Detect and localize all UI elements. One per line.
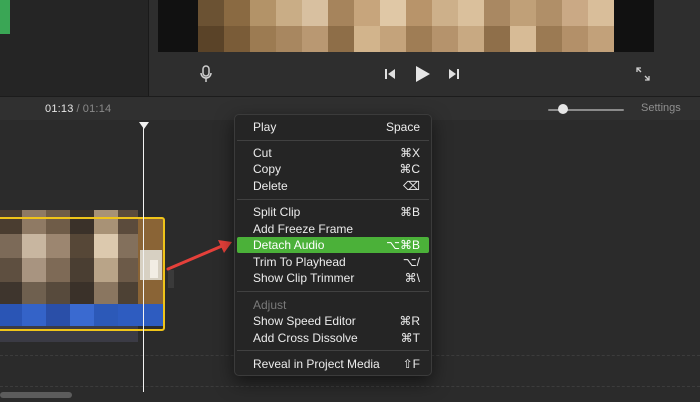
menu-item-add-freeze-frame[interactable]: Add Freeze Frame [237, 221, 429, 237]
menu-item-label: Show Clip Trimmer [253, 271, 355, 285]
menu-item-label: Cut [253, 146, 272, 160]
menu-separator [237, 291, 429, 292]
menu-item-label: Copy [253, 162, 282, 176]
skip-forward-icon[interactable] [446, 66, 462, 82]
menu-item-cut[interactable]: Cut ⌘X [237, 145, 429, 161]
menu-item-adjust: Adjust [237, 297, 429, 313]
selected-clip-border[interactable] [0, 217, 165, 331]
playhead-handle[interactable] [139, 122, 149, 129]
media-browser-panel [0, 0, 149, 96]
menu-separator [237, 199, 429, 200]
menu-item-shortcut: ⌘\ [404, 271, 420, 285]
menu-item-label: Add Freeze Frame [253, 222, 354, 236]
menu-item-split-clip[interactable]: Split Clip ⌘B [237, 204, 429, 220]
menu-item-label: Show Speed Editor [253, 314, 356, 328]
menu-separator [237, 140, 429, 141]
menu-item-shortcut: ⌘B [399, 205, 420, 219]
menu-item-label: Reveal in Project Media [253, 357, 380, 371]
menu-item-label: Delete [253, 179, 288, 193]
microphone-icon[interactable] [198, 64, 214, 84]
play-icon[interactable] [412, 63, 434, 85]
menu-item-show-clip-trimmer[interactable]: Show Clip Trimmer ⌘\ [237, 270, 429, 286]
menu-item-shortcut: ⌘T [400, 331, 420, 345]
viewer-area [149, 0, 700, 96]
menu-item-label: Add Cross Dissolve [253, 331, 358, 345]
context-menu: Play Space Cut ⌘X Copy ⌘C Delete ⌫ Split… [234, 114, 432, 376]
menu-item-label: Detach Audio [253, 238, 325, 252]
menu-item-label: Split Clip [253, 205, 301, 219]
menu-item-label: Adjust [253, 298, 287, 312]
selected-media-marker [0, 0, 10, 34]
menu-item-shortcut: ⌫ [403, 179, 420, 193]
menu-item-copy[interactable]: Copy ⌘C [237, 161, 429, 177]
menu-item-reveal-in-project-media[interactable]: Reveal in Project Media ⇧F [237, 356, 429, 372]
skip-back-icon[interactable] [382, 66, 398, 82]
settings-button[interactable]: Settings [641, 102, 681, 114]
menu-item-show-speed-editor[interactable]: Show Speed Editor ⌘R [237, 313, 429, 329]
timeline-scrollbar[interactable] [0, 392, 72, 398]
menu-item-shortcut: ⌘C [399, 162, 420, 176]
menu-item-shortcut: ⌥/ [402, 255, 420, 269]
track-guide [0, 386, 700, 387]
menu-item-play[interactable]: Play Space [237, 119, 429, 135]
video-preview-image [158, 0, 654, 52]
zoom-slider-knob[interactable] [558, 104, 568, 114]
time-separator: / [76, 103, 80, 115]
video-preview [158, 0, 654, 52]
total-time: 01:14 [82, 103, 112, 115]
current-time: 01:13 [45, 103, 74, 115]
menu-item-shortcut: ⌥⌘B [386, 238, 420, 252]
menu-separator [237, 350, 429, 351]
timecode: 01:13/01:14 [45, 103, 111, 115]
menu-item-add-cross-dissolve[interactable]: Add Cross Dissolve ⌘T [237, 330, 429, 346]
menu-item-label: Play [253, 120, 277, 134]
annotation-arrow [166, 240, 232, 271]
menu-item-delete[interactable]: Delete ⌫ [237, 178, 429, 194]
fullscreen-icon[interactable] [634, 65, 652, 83]
menu-item-detach-audio[interactable]: Detach Audio ⌥⌘B [237, 237, 429, 253]
menu-item-shortcut: ⌘R [399, 314, 420, 328]
menu-item-shortcut: ⇧F [402, 357, 420, 371]
menu-item-shortcut: Space [385, 120, 420, 134]
menu-item-trim-to-playhead[interactable]: Trim To Playhead ⌥/ [237, 254, 429, 270]
playhead[interactable] [143, 124, 144, 392]
menu-item-shortcut: ⌘X [399, 146, 420, 160]
menu-item-label: Trim To Playhead [253, 255, 346, 269]
